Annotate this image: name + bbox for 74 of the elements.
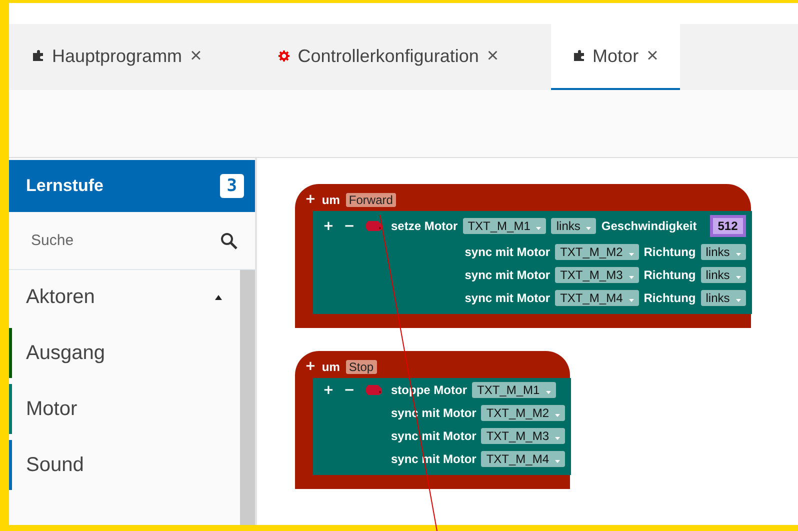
plus-icon[interactable]: + (323, 382, 334, 398)
motor-icon (364, 384, 383, 396)
close-button[interactable]: × (486, 44, 499, 68)
caret-icon (736, 276, 741, 279)
number-field[interactable]: 512 (710, 215, 746, 237)
block-name-field[interactable]: Stop (346, 360, 377, 374)
block-label: sync mit Motor (464, 245, 550, 259)
motor-block[interactable]: + − setze Motor TXT_M_M1 links Geschwindigkeit 512 sync mit Motor TXT_M_M2 Richtung links sync mit Motor TXT_M_M3 Richtung links sync mit Motor TXT_M_M4 Richtung links (313, 211, 752, 314)
category-item[interactable]: Motor (9, 381, 240, 437)
motor-icon (364, 220, 383, 232)
close-button[interactable]: × (190, 44, 202, 68)
dropdown-field[interactable]: TXT_M_M1 (462, 218, 546, 234)
dropdown-field[interactable]: TXT_M_M1 (472, 382, 556, 398)
gear-icon (278, 50, 290, 62)
block-label: setze Motor (391, 219, 458, 233)
tab[interactable]: Controllerkonfiguration × (256, 24, 521, 90)
block-name-field[interactable]: Forward (346, 192, 396, 206)
search-icon (220, 232, 238, 250)
minus-icon[interactable]: − (344, 382, 355, 398)
tab-label: Controllerkonfiguration (298, 46, 479, 66)
caret-icon (555, 460, 560, 463)
caret-icon (536, 227, 542, 230)
puzzle-icon (32, 50, 44, 62)
tab[interactable]: Motor × (550, 24, 680, 90)
caret-icon (628, 253, 634, 256)
caret-icon (736, 299, 741, 302)
dropdown-field[interactable]: TXT_M_M3 (555, 267, 639, 283)
caret-icon (628, 299, 634, 302)
tab[interactable]: Hauptprogramm × (32, 24, 224, 90)
block-label: Geschwindigkeit (601, 219, 697, 233)
block-label: Richtung (644, 268, 696, 282)
dropdown-field[interactable]: TXT_M_M3 (481, 428, 566, 444)
caret-icon (546, 391, 551, 394)
plus-icon[interactable]: + (305, 192, 316, 207)
category-label: Aktoren (26, 286, 95, 309)
plus-icon[interactable]: + (305, 359, 316, 374)
puzzle-icon (572, 50, 585, 62)
dropdown-field[interactable]: links (551, 218, 596, 234)
category-header[interactable]: Aktoren (9, 270, 240, 325)
level-badge[interactable]: 3 (220, 174, 244, 198)
dropdown-field[interactable]: links (700, 244, 746, 260)
caret-icon (628, 276, 634, 279)
dropdown-field[interactable]: links (700, 267, 746, 283)
close-button[interactable]: × (646, 44, 658, 68)
dropdown-field[interactable]: TXT_M_M2 (555, 244, 639, 260)
block-label: Richtung (644, 291, 696, 305)
category-label: Sound (26, 454, 84, 476)
block-label: um (322, 192, 340, 206)
level-title: Lernstufe (26, 176, 104, 196)
block-label: um (322, 360, 340, 374)
category-label: Motor (26, 398, 78, 420)
event-block[interactable]: + um Forward + − setze Motor TXT_M_M1 links Geschwindigkeit 512 sync mit Motor TXT_M_M2 Richtung links sync mit Motor TXT_M_M3 Richtung links sync mit Motor TXT_M_M4 Richtung links (295, 184, 751, 328)
search-field[interactable]: Suche (29, 231, 220, 250)
caret-icon (586, 227, 592, 230)
collapse-arrow-icon (215, 295, 222, 300)
category-item[interactable]: Ausgang (9, 325, 240, 381)
dropdown-field[interactable]: TXT_M_M4 (555, 290, 639, 306)
caret-icon (555, 414, 560, 417)
dropdown-field[interactable]: TXT_M_M2 (481, 405, 566, 421)
block-label: Richtung (644, 245, 696, 259)
block-label: sync mit Motor (464, 268, 550, 282)
dropdown-field[interactable]: links (700, 290, 746, 306)
caret-icon (555, 437, 560, 440)
caret-icon (736, 253, 741, 256)
scrollbar[interactable] (240, 270, 255, 525)
category-label: Ausgang (26, 342, 105, 364)
dropdown-field[interactable]: TXT_M_M4 (481, 451, 566, 467)
plus-icon[interactable]: + (323, 218, 334, 234)
block-label: sync mit Motor (391, 429, 476, 443)
tab-label: Hauptprogramm (52, 46, 182, 66)
minus-icon[interactable]: − (344, 218, 355, 234)
category-item[interactable]: Sound (9, 437, 240, 493)
block-label: sync mit Motor (464, 291, 550, 305)
tab-label: Motor (592, 46, 639, 66)
